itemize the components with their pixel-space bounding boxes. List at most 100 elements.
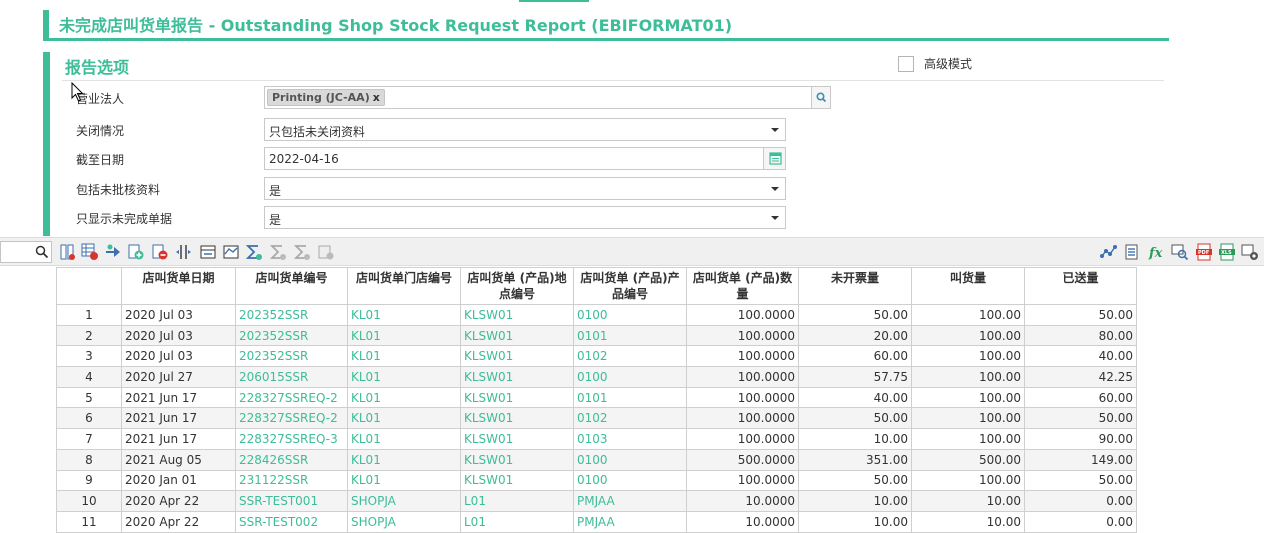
product-code-link[interactable]: PMJAA [573, 490, 687, 512]
grid-remove-icon[interactable] [81, 243, 99, 261]
table-row[interactable]: 1 2020 Jul 03 202352SSR KL01 KLSW01 0100 100.0… [56, 304, 1137, 326]
table-row[interactable]: 2 2020 Jul 03 202352SSR KL01 KLSW01 0101 100.0… [56, 324, 1137, 347]
product-code-link[interactable]: 0102 [573, 407, 687, 430]
shop-code-link[interactable]: KL01 [347, 407, 461, 430]
table-row[interactable]: 3 2020 Jul 03 202352SSR KL01 KLSW01 0102 100.0… [56, 345, 1137, 368]
run-icon[interactable] [104, 243, 122, 261]
column-header[interactable]: 店叫货单 (产品)产品编号 [573, 267, 687, 305]
request-no-link[interactable]: 228426SSR [235, 448, 348, 471]
date-picker-button[interactable] [763, 148, 785, 169]
add-sheet-icon[interactable] [127, 243, 145, 261]
request-no-link[interactable]: 228327SSREQ-3 [235, 428, 348, 450]
location-code-link[interactable]: KLSW01 [460, 304, 574, 326]
request-no-link[interactable]: SSR-TEST001 [235, 490, 348, 512]
request-no-link[interactable]: 202352SSR [235, 324, 348, 347]
shop-code-link[interactable]: KL01 [347, 304, 461, 326]
table-row[interactable]: 5 2021 Jun 17 228327SSREQ-2 KL01 KLSW01 0101 1… [56, 386, 1137, 409]
shop-code-link[interactable]: KL01 [347, 448, 461, 471]
settings-icon[interactable] [1241, 243, 1259, 261]
table-row[interactable]: 6 2021 Jun 17 228327SSREQ-2 KL01 KLSW01 0102 1… [56, 407, 1137, 430]
column-header[interactable]: 店叫货单编号 [235, 267, 348, 305]
sum-disabled-icon[interactable] [269, 243, 287, 261]
column-header[interactable]: 未开票量 [798, 267, 912, 305]
report-options-panel: 报告选项 高级模式 营业法人 Printing (JC-AA) x 关闭情况 只包… [43, 52, 1164, 236]
location-code-link[interactable]: KLSW01 [460, 386, 574, 409]
close-status-select[interactable]: 只包括未关闭资料 [264, 118, 786, 141]
shop-code-link[interactable]: KL01 [347, 386, 461, 409]
product-code-link[interactable]: 0100 [573, 366, 687, 388]
preview-icon[interactable] [1171, 243, 1189, 261]
shop-code-link[interactable]: KL01 [347, 428, 461, 450]
sum-icon[interactable] [245, 243, 263, 261]
location-code-link[interactable]: KLSW01 [460, 366, 574, 388]
product-code-link[interactable]: 0100 [573, 448, 687, 471]
request-no-link[interactable]: 202352SSR [235, 304, 348, 326]
include-unapproved-select[interactable]: 是 [264, 177, 786, 200]
location-code-link[interactable]: KLSW01 [460, 324, 574, 347]
table-row[interactable]: 11 2020 Apr 22 SSR-TEST002 SHOPJA L01 PMJAA 10… [56, 510, 1137, 533]
column-header[interactable]: 店叫货单 (产品)地点编号 [460, 267, 574, 305]
location-code-link[interactable]: KLSW01 [460, 469, 574, 492]
product-code-link[interactable]: 0100 [573, 469, 687, 492]
split-column-icon[interactable] [175, 243, 193, 261]
location-code-link[interactable]: KLSW01 [460, 345, 574, 368]
request-no-link[interactable]: 228327SSREQ-2 [235, 386, 348, 409]
grid-search-input[interactable] [0, 241, 52, 263]
column-header[interactable]: 店叫货单 (产品)数量 [686, 267, 799, 305]
shop-code-link[interactable]: SHOPJA [347, 510, 461, 533]
location-code-link[interactable]: L01 [460, 510, 574, 533]
location-code-link[interactable]: L01 [460, 490, 574, 512]
location-code-link[interactable]: KLSW01 [460, 448, 574, 471]
report-icon[interactable] [1124, 243, 1142, 261]
quantity-cell: 100.0000 [686, 386, 799, 409]
product-code-link[interactable]: 0100 [573, 304, 687, 326]
table-row[interactable]: 4 2020 Jul 27 206015SSR KL01 KLSW01 0100 100.0… [56, 366, 1137, 388]
product-code-link[interactable]: PMJAA [573, 510, 687, 533]
column-icon[interactable] [59, 243, 77, 261]
uninvoiced-qty-cell: 20.00 [798, 324, 912, 347]
table-row[interactable]: 10 2020 Apr 22 SSR-TEST001 SHOPJA L01 PMJAA 10… [56, 490, 1137, 512]
product-code-link[interactable]: 0101 [573, 386, 687, 409]
shop-code-link[interactable]: KL01 [347, 345, 461, 368]
shop-code-link[interactable]: KL01 [347, 324, 461, 347]
svg-text:fx: fx [1148, 246, 1163, 261]
request-no-link[interactable]: 202352SSR [235, 345, 348, 368]
chart-header-icon[interactable] [222, 243, 240, 261]
legal-entity-field[interactable]: Printing (JC-AA) x [264, 86, 831, 109]
location-code-link[interactable]: KLSW01 [460, 407, 574, 430]
column-header[interactable]: 已送量 [1024, 267, 1137, 305]
export-disabled-icon[interactable] [317, 243, 335, 261]
product-code-link[interactable]: 0103 [573, 428, 687, 450]
request-no-link[interactable]: SSR-TEST002 [235, 510, 348, 533]
freeze-icon[interactable] [199, 243, 217, 261]
xls-icon[interactable]: XLS [1218, 243, 1236, 261]
request-no-link[interactable]: 231122SSR [235, 469, 348, 492]
row-number: 2 [56, 324, 122, 347]
column-header[interactable] [56, 267, 122, 305]
pdf-icon[interactable]: PDF [1195, 243, 1213, 261]
graph-icon[interactable] [1100, 243, 1118, 261]
location-code-link[interactable]: KLSW01 [460, 428, 574, 450]
only-incomplete-select[interactable]: 是 [264, 206, 786, 229]
table-row[interactable]: 7 2021 Jun 17 228327SSREQ-3 KL01 KLSW01 0103 1… [56, 428, 1137, 450]
shop-code-link[interactable]: KL01 [347, 469, 461, 492]
as-of-date-input[interactable]: 2022-04-16 [264, 147, 786, 170]
column-header[interactable]: 店叫货单门店编号 [347, 267, 461, 305]
product-code-link[interactable]: 0101 [573, 324, 687, 347]
product-code-link[interactable]: 0102 [573, 345, 687, 368]
table-row[interactable]: 8 2021 Aug 05 228426SSR KL01 KLSW01 0100 500.0… [56, 448, 1137, 471]
quantity-cell: 100.0000 [686, 366, 799, 388]
request-no-link[interactable]: 206015SSR [235, 366, 348, 388]
advanced-mode-checkbox[interactable] [898, 56, 914, 72]
column-header[interactable]: 店叫货单日期 [121, 267, 236, 305]
request-no-link[interactable]: 228327SSREQ-2 [235, 407, 348, 430]
table-row[interactable]: 9 2020 Jan 01 231122SSR KL01 KLSW01 0100 100.0… [56, 469, 1137, 492]
formula-icon[interactable]: fx [1148, 243, 1166, 261]
column-header[interactable]: 叫货量 [911, 267, 1025, 305]
shop-code-link[interactable]: KL01 [347, 366, 461, 388]
delete-sheet-icon[interactable] [151, 243, 169, 261]
sum-all-disabled-icon[interactable] [293, 243, 311, 261]
legal-entity-search-button[interactable] [811, 87, 830, 108]
tag-remove-icon[interactable]: x [373, 91, 380, 104]
shop-code-link[interactable]: SHOPJA [347, 490, 461, 512]
